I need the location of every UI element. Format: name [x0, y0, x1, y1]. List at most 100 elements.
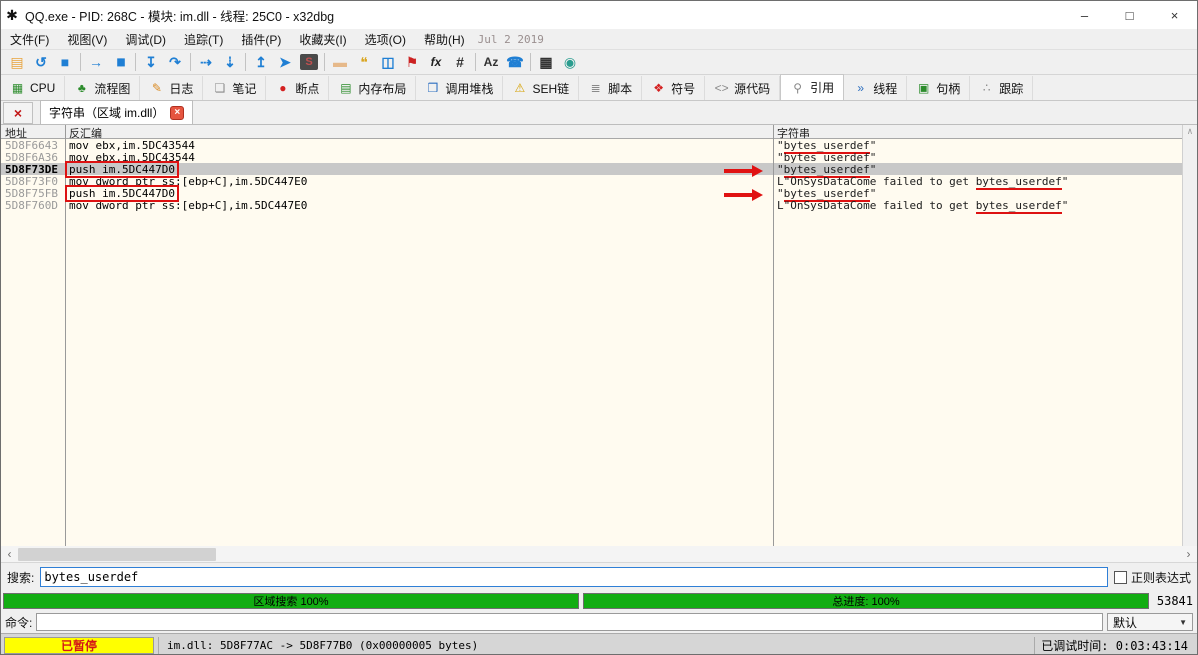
seh-chain-icon[interactable]: S	[297, 52, 321, 72]
horizontal-scrollbar[interactable]: ‹ ›	[1, 546, 1197, 563]
row-address: 5D8F760D	[1, 199, 65, 212]
string-prefix: L"OnSysDataCome failed to get	[777, 199, 976, 212]
toolbar-separator	[190, 53, 191, 71]
column-header-string[interactable]: 字符串	[773, 125, 1197, 138]
labels-icon[interactable]: ◫	[376, 52, 400, 72]
regex-option[interactable]: 正则表达式	[1114, 569, 1191, 586]
column-header-disassembly[interactable]: 反汇编	[65, 125, 773, 138]
table-row[interactable]: 5D8F760D mov dword ptr ss:[ebp+C],im.5DC…	[1, 199, 1197, 211]
toolbar-separator	[135, 53, 136, 71]
regex-checkbox[interactable]	[1114, 571, 1127, 584]
functions-icon[interactable]: fx	[424, 52, 448, 72]
tab-memory-map[interactable]: ▤内存布局	[329, 76, 416, 100]
tab-breakpoints[interactable]: ●断点	[266, 76, 329, 100]
debug-state-badge: 已暂停	[4, 637, 154, 654]
tab-handles[interactable]: ▣句柄	[907, 76, 970, 100]
bookmarks-icon[interactable]: ⚑	[400, 52, 424, 72]
run-to-user-code-icon[interactable]: ➤	[273, 52, 297, 72]
command-label: 命令:	[5, 614, 32, 631]
menu-file[interactable]: 文件(F)	[1, 29, 58, 49]
tab-log[interactable]: ✎日志	[140, 76, 203, 100]
search-icon: ⚲	[790, 81, 805, 95]
progress-row: 区域搜索 100% 总进度: 100% 53841	[1, 591, 1197, 611]
tab-label: 源代码	[734, 80, 770, 97]
step-out-icon[interactable]: ↥	[249, 52, 273, 72]
font-az-icon[interactable]: Az	[479, 52, 503, 72]
tab-notes[interactable]: ❏笔记	[203, 76, 266, 100]
tab-seh[interactable]: ⚠SEH链	[503, 76, 579, 100]
close-button[interactable]: ×	[1152, 1, 1197, 29]
menu-plugins[interactable]: 插件(P)	[232, 29, 290, 49]
menu-view[interactable]: 视图(V)	[58, 29, 116, 49]
device-report-icon[interactable]: ☎	[503, 52, 527, 72]
tab-label: 流程图	[94, 80, 130, 97]
graph-icon: ♣	[74, 81, 89, 95]
command-input[interactable]	[36, 613, 1103, 631]
threads-icon: »	[853, 81, 868, 95]
column-divider[interactable]	[773, 125, 774, 546]
tab-source[interactable]: <>源代码	[705, 76, 780, 100]
scroll-left-icon[interactable]: ‹	[1, 547, 18, 561]
calculator-icon[interactable]: ▦	[534, 52, 558, 72]
tab-graph[interactable]: ♣ 流程图	[65, 76, 140, 100]
toolbar-separator	[80, 53, 81, 71]
script-icon: ≣	[588, 81, 603, 95]
command-row: 命令: 默认 ▼	[1, 611, 1197, 633]
globe-icon[interactable]: ◉	[558, 52, 582, 72]
stop-icon[interactable]: ■	[53, 52, 77, 72]
close-icon[interactable]: ×	[170, 106, 184, 120]
tab-script[interactable]: ≣ 脚本	[579, 76, 642, 100]
tab-threads[interactable]: »线程	[844, 76, 907, 100]
step-into-icon[interactable]: ↧	[139, 52, 163, 72]
build-date: Jul 2 2019	[478, 33, 544, 46]
seh-chain-glyph: S	[300, 54, 318, 70]
hash-icon[interactable]: #	[448, 52, 472, 72]
minimize-button[interactable]: –	[1062, 1, 1107, 29]
table-row-selected[interactable]: 5D8F73DE push im.5DC447D0 "bytes_userdef…	[1, 163, 1197, 175]
tab-call-stack[interactable]: ❒调用堆栈	[416, 76, 503, 100]
menu-debug[interactable]: 调试(D)	[116, 29, 175, 49]
menu-trace[interactable]: 追踪(T)	[175, 29, 232, 49]
tab-symbols[interactable]: ❖符号	[642, 76, 705, 100]
comments-icon[interactable]: ❝	[352, 52, 376, 72]
toolbar-separator	[245, 53, 246, 71]
pause-icon[interactable]: ▮▮	[108, 52, 132, 72]
trace-into-icon[interactable]: ⇢	[194, 52, 218, 72]
table-row[interactable]: 5D8F73F0 mov dword ptr ss:[ebp+C],im.5DC…	[1, 175, 1197, 187]
scroll-up-icon[interactable]: ∧	[1187, 127, 1192, 137]
annotation-arrow-icon	[724, 165, 763, 177]
reference-tab-strings[interactable]: 字符串（区域 im.dll） ×	[40, 100, 193, 124]
trace-over-icon[interactable]: ⇣	[218, 52, 242, 72]
tab-trace[interactable]: ∴跟踪	[970, 76, 1033, 100]
menu-help[interactable]: 帮助(H)	[415, 29, 474, 49]
command-mode-dropdown[interactable]: 默认 ▼	[1107, 613, 1193, 631]
step-over-icon[interactable]: ↷	[163, 52, 187, 72]
run-icon[interactable]: →	[84, 52, 108, 72]
log-icon: ✎	[149, 81, 164, 95]
menu-options[interactable]: 选项(O)	[356, 29, 415, 49]
close-all-references-button[interactable]: ×	[3, 102, 33, 124]
table-row[interactable]: 5D8F75FB push im.5DC447D0 "bytes_userdef…	[1, 187, 1197, 199]
restart-icon[interactable]: ↺	[29, 52, 53, 72]
total-progress-label: 总进度: 100%	[832, 593, 899, 609]
maximize-button[interactable]: □	[1107, 1, 1152, 29]
tab-label: 笔记	[232, 80, 256, 97]
tab-references[interactable]: ⚲引用	[780, 74, 844, 100]
tab-cpu[interactable]: ▦CPU	[1, 76, 65, 100]
column-header-address[interactable]: 地址	[1, 125, 65, 138]
tab-label: 脚本	[608, 80, 632, 97]
table-row[interactable]: 5D8F6643 mov ebx,im.5DC43544 "bytes_user…	[1, 139, 1197, 151]
search-input[interactable]	[40, 567, 1108, 587]
open-file-icon[interactable]: ▤	[5, 52, 29, 72]
title-bar: ✱ QQ.exe - PID: 268C - 模块: im.dll - 线程: …	[1, 1, 1197, 29]
window-title: QQ.exe - PID: 268C - 模块: im.dll - 线程: 25…	[25, 6, 334, 25]
scrollbar-thumb[interactable]	[18, 548, 216, 561]
menu-favourites[interactable]: 收藏夹(I)	[290, 29, 355, 49]
annotation-arrow-icon	[724, 189, 763, 201]
tab-label: 句柄	[936, 80, 960, 97]
search-row: 搜索: 正则表达式	[1, 563, 1197, 591]
patches-icon[interactable]: ▬	[328, 52, 352, 72]
table-row[interactable]: 5D8F6A36 mov ebx,im.5DC43544 "bytes_user…	[1, 151, 1197, 163]
vertical-scrollbar[interactable]: ∧	[1182, 125, 1197, 546]
scroll-right-icon[interactable]: ›	[1180, 547, 1197, 561]
